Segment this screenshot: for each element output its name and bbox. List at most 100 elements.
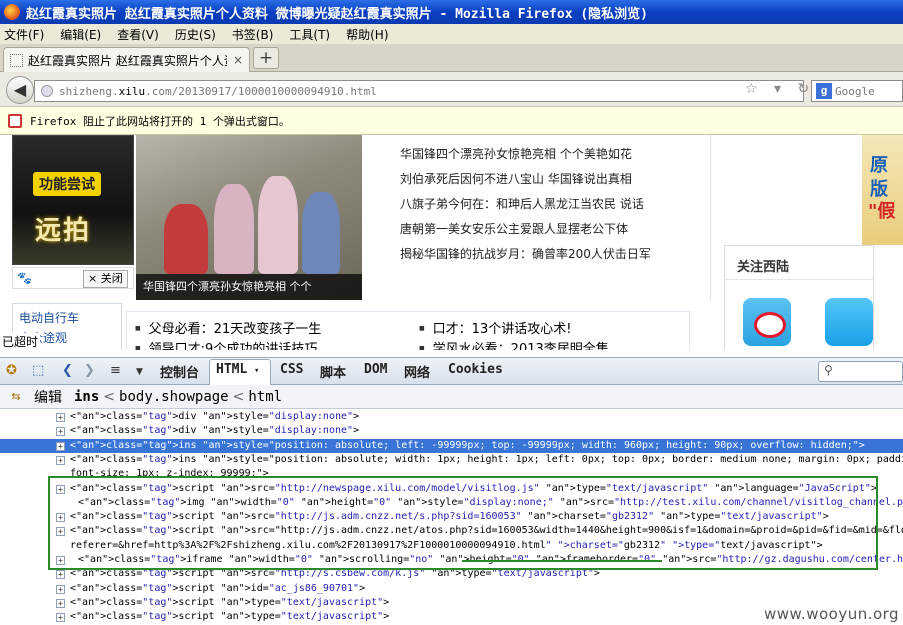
breadcrumb-separator: < [232, 388, 245, 405]
expand-toggle-icon[interactable]: + [56, 441, 65, 451]
firebug-toolbar: ✪ ⬚ ❮ ❯ ≡ ▼ 控制台 HTML ▾ CSS 脚本 DOM 网络 Coo… [0, 357, 903, 385]
search-input[interactable]: g Google [811, 80, 903, 102]
html-node-code: <"an">class="tag">ins "an">style="positi… [70, 453, 903, 465]
tab-script[interactable]: 脚本 [320, 362, 346, 381]
menu-tools[interactable]: 工具(T) [289, 26, 330, 43]
photo-figure [302, 192, 340, 274]
expand-toggle-icon[interactable]: + [56, 484, 65, 494]
html-node-code: referer=&href=http%3A%2F%2Fshizheng.xilu… [70, 539, 823, 551]
firebug-bug-icon[interactable]: ✪ [6, 363, 17, 378]
promo-links: 父母必看：21天改变孩子一生 口才：13个讲话攻心术! 领导口才:9个成功的讲话… [126, 311, 690, 350]
expand-toggle-icon[interactable]: + [56, 427, 65, 437]
follow-panel: 关注西陆 [724, 245, 874, 350]
news-item[interactable]: 刘伯承死后因何不进八宝山 华国锋说出真相 [400, 170, 700, 195]
back-button[interactable]: ◀ [6, 76, 34, 104]
expand-toggle-icon[interactable]: + [56, 556, 65, 565]
photo-caption[interactable]: 华国锋四个漂亮孙女惊艳亮相 个个 [136, 274, 362, 300]
news-item[interactable]: 唐朝第一美女安乐公主爱跟人显摆老公下体 [400, 220, 700, 245]
url-domain: xilu [118, 84, 146, 98]
tab-cookies[interactable]: Cookies [448, 362, 503, 377]
html-node-row[interactable]: font-size: 1px; z-index: 99999;"> [0, 467, 903, 481]
inspect-icon[interactable]: ⬚ [32, 363, 44, 378]
photo-figure [258, 176, 298, 274]
breadcrumb-item-html[interactable]: html [248, 389, 282, 405]
timeout-label: 已超时 [0, 333, 41, 350]
expand-toggle-icon[interactable]: + [56, 598, 65, 608]
promo-link[interactable]: 口才：13个讲话攻心术! [419, 318, 572, 337]
expand-toggle-icon[interactable]: + [56, 584, 65, 594]
menu-help[interactable]: 帮助(H) [346, 26, 388, 43]
menu-edit[interactable]: 编辑(E) [60, 26, 101, 43]
new-tab-button[interactable]: + [253, 47, 279, 69]
html-node-row[interactable]: + <"an">class="tag">div "an">style="displ… [0, 410, 903, 424]
news-item[interactable]: 八旗子弟今何在：和珅后人黑龙江当农民 说话 [400, 195, 700, 220]
url-prefix: shizheng. [59, 84, 119, 98]
promo-link[interactable]: 父母必看：21天改变孩子一生 [135, 318, 322, 337]
bookmark-reload-icons[interactable]: ☆ ▾ ↻ [745, 81, 815, 97]
expand-toggle-icon[interactable]: + [56, 527, 65, 537]
tab-close-icon[interactable]: × [233, 53, 243, 67]
html-node-row[interactable]: + <"an">class="tag">div "an">style="displ… [0, 424, 903, 438]
html-node-row[interactable]: + <"an">class="tag">ins "an">style="posit… [0, 438, 903, 453]
menu-file[interactable]: 文件(F) [4, 26, 44, 43]
promo-link[interactable]: 领导口才:9个成功的讲话技巧 [135, 338, 318, 350]
tab-network[interactable]: 网络 [404, 362, 430, 381]
html-node-code: <"an">class="tag">img "an">width="0" "an… [78, 496, 903, 508]
url-field[interactable]: shizheng. xilu .com/20130917/1000010000094… [34, 80, 804, 102]
dropdown-arrow-icon[interactable]: ▼ [136, 367, 143, 377]
html-node-row[interactable]: + <"an">class="tag">script "an">src="http… [0, 567, 903, 581]
tab-dom[interactable]: DOM [364, 362, 387, 377]
expand-toggle-icon[interactable]: + [56, 570, 65, 580]
ad-close-button[interactable]: × 关闭 [83, 270, 128, 288]
forward-arrow-icon[interactable]: ❯ [84, 363, 95, 378]
firebug-search-input[interactable]: ⚲ [818, 361, 903, 382]
tab-css[interactable]: CSS [280, 362, 303, 377]
html-node-row[interactable]: referer=&href=http%3A%2F%2Fshizheng.xilu… [0, 539, 903, 553]
html-node-row[interactable]: + <"an">class="tag">script "an">src="http… [0, 524, 903, 538]
breadcrumb-separator: < [103, 388, 116, 405]
url-rest: .com/20130917/1000010000094910.html [145, 84, 377, 98]
firefox-icon [4, 4, 20, 20]
html-dropdown-icon[interactable]: ▾ [254, 366, 259, 376]
tab-console[interactable]: 控制台 [160, 362, 199, 381]
side-link[interactable]: 电动自行车 [19, 308, 121, 328]
news-item[interactable]: 华国锋四个漂亮孙女惊艳亮相 个个美艳如花 [400, 145, 700, 170]
tab-html[interactable]: HTML [216, 362, 247, 377]
edit-icon[interactable]: ⇆ [8, 389, 24, 405]
breadcrumb-item-ins[interactable]: ins [74, 389, 99, 405]
right-ad[interactable]: 原 版 "假 [862, 135, 903, 245]
app-icon[interactable] [825, 298, 873, 346]
breadcrumb: ⇆ 编辑 ins < body.showpage < html [0, 385, 903, 409]
expand-toggle-icon[interactable]: + [56, 613, 65, 623]
menu-bookmarks[interactable]: 书签(B) [232, 26, 274, 43]
back-arrow-icon[interactable]: ❮ [62, 363, 73, 378]
list-icon[interactable]: ≡ [110, 363, 121, 378]
ad-banner[interactable]: 功能尝试 远拍 [12, 135, 134, 265]
photo-figure [164, 204, 208, 274]
html-node-code: <"an">class="tag">script "an">src="http:… [70, 511, 829, 523]
html-node-row[interactable]: + <"an">class="tag">script "an">src="http… [0, 510, 903, 524]
breadcrumb-item-body[interactable]: body.showpage [119, 389, 229, 405]
google-icon[interactable]: g [816, 83, 832, 99]
browser-tab[interactable]: 赵红霞真实照片 赵红霞真实照片个人资... × [3, 47, 250, 72]
html-node-row[interactable]: + <"an">class="tag">ins "an">style="posit… [0, 453, 903, 467]
html-node-row[interactable]: <"an">class="tag">img "an">width="0" "an… [0, 496, 903, 510]
html-node-code: <"an">class="tag">script "an">type="text… [70, 596, 390, 608]
search-placeholder: Google [835, 84, 875, 98]
promo-link[interactable]: 学风水必看：2013李居明全集 [419, 338, 609, 350]
menu-view[interactable]: 查看(V) [117, 26, 159, 43]
html-node-row[interactable]: + <"an">class="tag">iframe "an">width="0"… [0, 553, 903, 567]
edit-button[interactable]: 编辑 [34, 387, 62, 407]
popup-blocked-text: Firefox 阻止了此网站将打开的 1 个弹出式窗口。 [30, 114, 290, 128]
ad-footer: 🐾 × 关闭 [12, 267, 134, 289]
expand-toggle-icon[interactable]: + [56, 455, 65, 465]
menu-history[interactable]: 历史(S) [175, 26, 216, 43]
news-item[interactable]: 揭秘华国锋的抗战岁月：确曾率200人伏击日军 [400, 245, 700, 270]
html-node-row[interactable]: + <"an">class="tag">script "an">id="ac_js… [0, 582, 903, 596]
weibo-icon[interactable] [743, 298, 791, 346]
html-panel: + <"an">class="tag">div "an">style="displ… [0, 409, 903, 625]
html-node-row[interactable]: + <"an">class="tag">script "an">src="http… [0, 482, 903, 496]
news-photo[interactable]: 华国锋四个漂亮孙女惊艳亮相 个个 [136, 135, 362, 300]
expand-toggle-icon[interactable]: + [56, 413, 65, 422]
expand-toggle-icon[interactable]: + [56, 513, 65, 523]
